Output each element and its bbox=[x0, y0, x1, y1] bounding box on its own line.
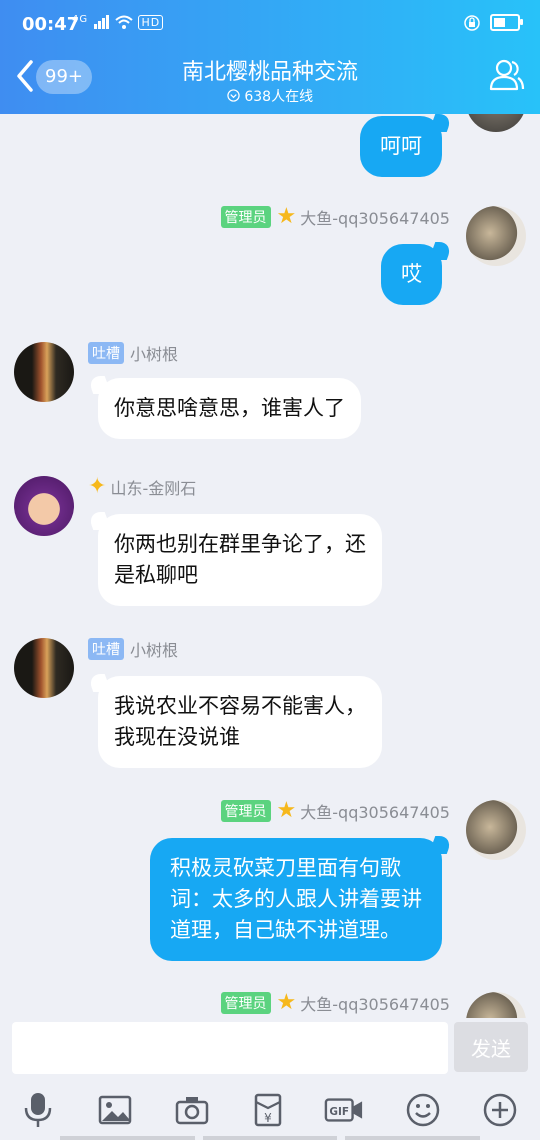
sender-meta: 管理员 ★ 大鱼-qq305647405 bbox=[220, 990, 450, 1015]
status-time: 00:47 bbox=[22, 14, 80, 35]
signal-icon bbox=[93, 15, 109, 29]
online-count: 638人在线 bbox=[0, 86, 540, 106]
message-bubble[interactable]: 你两也别在群里争论了，还 是私聊吧 bbox=[98, 514, 382, 606]
sender-meta: 管理员 ★ 大鱼-qq305647405 bbox=[220, 798, 450, 823]
avatar[interactable] bbox=[466, 992, 526, 1018]
role-badge: 吐槽 bbox=[88, 638, 124, 660]
message-text-line: 我说农业不容易不能害人， bbox=[114, 694, 366, 718]
message-bubble[interactable]: 呵呵 bbox=[360, 116, 442, 177]
voice-button[interactable] bbox=[18, 1090, 58, 1130]
admin-badge: 管理员 bbox=[220, 992, 271, 1014]
camera-button[interactable] bbox=[172, 1090, 212, 1130]
role-badge: 吐槽 bbox=[88, 342, 124, 364]
avatar[interactable] bbox=[466, 114, 526, 132]
avatar[interactable] bbox=[14, 476, 74, 536]
sender-name[interactable]: 大鱼-qq305647405 bbox=[300, 991, 450, 1015]
network-indicators: 4G HD bbox=[72, 14, 164, 30]
star-icon: ★ bbox=[276, 990, 297, 1015]
sender-meta: 管理员 ★ 大鱼-qq305647405 bbox=[220, 204, 450, 229]
wifi-icon bbox=[115, 15, 133, 29]
avatar[interactable] bbox=[14, 638, 74, 698]
red-packet-button[interactable]: ¥ bbox=[248, 1090, 288, 1130]
message-text: 哎 bbox=[401, 262, 422, 286]
svg-text:GIF: GIF bbox=[329, 1106, 349, 1118]
star-icon: ★ bbox=[276, 798, 297, 823]
star-icon: ✦ bbox=[88, 474, 107, 499]
image-button[interactable] bbox=[95, 1090, 135, 1130]
battery-icon bbox=[490, 14, 523, 31]
group-title: 南北樱桃品种交流 bbox=[181, 60, 358, 85]
svg-text:¥: ¥ bbox=[264, 1111, 272, 1125]
admin-badge: 管理员 bbox=[220, 206, 271, 228]
lock-icon bbox=[463, 14, 480, 31]
avatar[interactable] bbox=[466, 800, 526, 860]
more-button[interactable] bbox=[480, 1090, 520, 1130]
network-type-label: 4G bbox=[72, 14, 89, 25]
message-input[interactable] bbox=[12, 1022, 448, 1074]
sender-name[interactable]: 山东-金刚石 bbox=[110, 475, 196, 499]
message-text-line: 你两也别在群里争论了，还 bbox=[114, 532, 366, 556]
group-members-button[interactable] bbox=[488, 56, 526, 94]
sender-meta: 吐槽 小树根 bbox=[88, 638, 178, 660]
camera-icon bbox=[175, 1097, 209, 1125]
plus-icon bbox=[483, 1093, 517, 1127]
sender-meta: 吐槽 小树根 bbox=[88, 342, 178, 364]
battery-level bbox=[494, 18, 505, 27]
avatar[interactable] bbox=[14, 342, 74, 402]
avatar[interactable] bbox=[466, 206, 526, 266]
message-bubble[interactable]: 我说农业不容易不能害人， 我现在没说谁 bbox=[98, 676, 382, 768]
sender-name[interactable]: 小树根 bbox=[130, 341, 178, 365]
input-toolbar: ¥ GIF bbox=[0, 1080, 540, 1140]
status-right bbox=[463, 14, 523, 31]
sender-name[interactable]: 大鱼-qq305647405 bbox=[300, 799, 450, 823]
emoji-button[interactable] bbox=[403, 1090, 443, 1130]
admin-badge: 管理员 bbox=[220, 800, 271, 822]
message-text-line: 积极灵砍菜刀里面有句歌 bbox=[170, 856, 401, 880]
microphone-icon bbox=[24, 1093, 52, 1127]
chat-messages[interactable]: 呵呵 管理员 ★ 大鱼-qq305647405 哎 吐槽 小树根 你意思啥意思，… bbox=[0, 114, 540, 1018]
message-text-line: 我现在没说谁 bbox=[114, 725, 240, 749]
toolbar-divider bbox=[60, 1136, 481, 1140]
message-text: 呵呵 bbox=[380, 134, 422, 158]
sender-name[interactable]: 小树根 bbox=[130, 637, 178, 661]
image-icon bbox=[98, 1095, 132, 1125]
status-bar: 00:47 4G HD bbox=[0, 0, 540, 40]
message-text-line: 道理，自己缺不讲道理。 bbox=[170, 918, 401, 942]
online-count-text: 638人在线 bbox=[244, 89, 314, 105]
message-bubble[interactable]: 积极灵砍菜刀里面有句歌 词：太多的人跟人讲着要讲 道理，自己缺不讲道理。 bbox=[150, 838, 442, 961]
input-bar: 发送 bbox=[0, 1018, 540, 1080]
sender-name[interactable]: 大鱼-qq305647405 bbox=[300, 205, 450, 229]
message-bubble[interactable]: 你意思啥意思，谁害人了 bbox=[98, 378, 361, 439]
sender-meta: ✦ 山东-金刚石 bbox=[88, 474, 196, 499]
online-status-icon bbox=[227, 89, 240, 102]
red-packet-icon: ¥ bbox=[254, 1093, 282, 1127]
message-text: 你意思啥意思，谁害人了 bbox=[114, 396, 345, 420]
send-button[interactable]: 发送 bbox=[454, 1022, 528, 1072]
message-bubble[interactable]: 哎 bbox=[381, 244, 442, 305]
hd-label: HD bbox=[138, 15, 164, 30]
emoji-icon bbox=[406, 1093, 440, 1127]
gif-button[interactable]: GIF bbox=[324, 1090, 364, 1130]
message-text-line: 词：太多的人跟人讲着要讲 bbox=[170, 887, 422, 911]
message-text-line: 是私聊吧 bbox=[114, 563, 198, 587]
star-icon: ★ bbox=[276, 204, 297, 229]
gif-icon: GIF bbox=[324, 1098, 363, 1122]
members-icon bbox=[489, 59, 525, 91]
chat-header: 00:47 4G HD 99+ 南北樱桃品种交流 638人在线 bbox=[0, 0, 540, 114]
